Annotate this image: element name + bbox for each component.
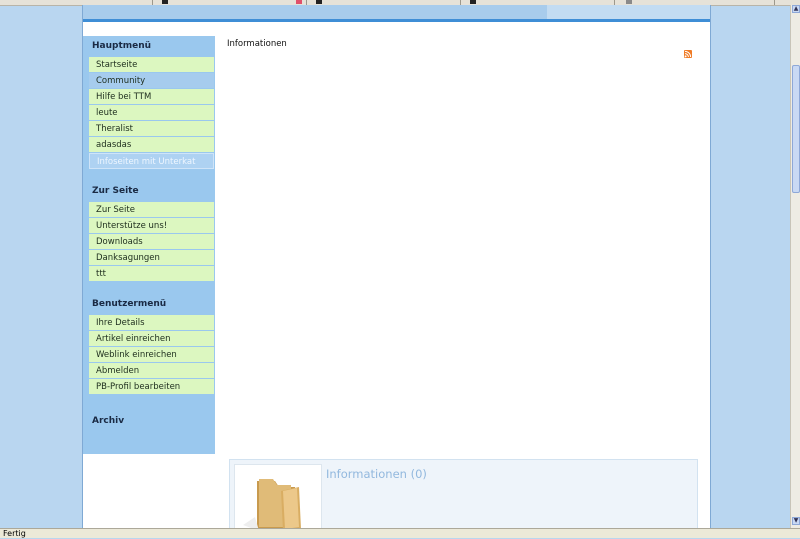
menu-item-ihre-details[interactable]: Ihre Details <box>89 315 214 331</box>
menu-item-zur-seite[interactable]: Zur Seite <box>89 202 214 218</box>
menu-item-startseite[interactable]: Startseite <box>89 57 214 73</box>
scrollbar-thumb[interactable] <box>792 65 800 193</box>
window-scrollbar[interactable]: ▲ ▼ <box>790 5 800 528</box>
menu-item-danksagungen[interactable]: Danksagungen <box>89 250 214 266</box>
browser-status-bar: Fertig <box>0 528 800 538</box>
tab-favicon-icon <box>296 0 302 4</box>
scroll-down-arrow-icon[interactable]: ▼ <box>792 517 800 525</box>
menu-spacer <box>83 169 215 181</box>
main-menu-list: Startseite Community Hilfe bei TTM leute… <box>83 57 215 169</box>
category-image <box>234 464 322 536</box>
page-header-band <box>83 5 710 19</box>
menu-item-leute[interactable]: leute <box>89 105 214 121</box>
menu-item-unterstuetze-uns[interactable]: Unterstütze uns! <box>89 218 214 234</box>
menu-item-hilfe-bei-ttm[interactable]: Hilfe bei TTM <box>89 89 214 105</box>
menu-item-infoseiten[interactable]: Infoseiten mit Unterkat <box>89 153 214 169</box>
category-title[interactable]: Informationen (0) <box>326 467 427 481</box>
menu-item-ttt[interactable]: ttt <box>89 266 214 282</box>
menu-item-community[interactable]: Community <box>89 73 214 89</box>
page-container: Hauptmenü Startseite Community Hilfe bei… <box>82 5 711 536</box>
scroll-up-arrow-icon[interactable]: ▲ <box>792 5 800 13</box>
menu-item-abmelden[interactable]: Abmelden <box>89 363 214 379</box>
menu-item-artikel-einreichen[interactable]: Artikel einreichen <box>89 331 214 347</box>
main-menu-title: Hauptmenü <box>92 41 152 51</box>
user-menu-title: Benutzermenü <box>92 299 167 309</box>
archive-title[interactable]: Archiv <box>83 411 215 432</box>
user-menu-list: Ihre Details Artikel einreichen Weblink … <box>83 315 215 395</box>
menu-item-weblink-einreichen[interactable]: Weblink einreichen <box>89 347 214 363</box>
menu-item-theralist[interactable]: Theralist <box>89 121 214 137</box>
header-accent-line <box>83 19 710 22</box>
page-title: Informationen <box>227 39 287 49</box>
sidebar: Hauptmenü Startseite Community Hilfe bei… <box>83 36 215 454</box>
folder-icon <box>243 479 301 531</box>
menu-spacer <box>83 395 215 411</box>
site-menu-list: Zur Seite Unterstütze uns! Downloads Dan… <box>83 202 215 282</box>
menu-item-downloads[interactable]: Downloads <box>89 234 214 250</box>
site-menu-title: Zur Seite <box>92 186 139 196</box>
rss-feed-icon[interactable] <box>684 50 692 58</box>
menu-item-pb-profil[interactable]: PB-Profil bearbeiten <box>89 379 214 395</box>
header-band-right <box>547 5 710 19</box>
menu-spacer <box>83 282 215 294</box>
menu-item-adasdas[interactable]: adasdas <box>89 137 214 153</box>
category-box: Informationen (0) <box>229 459 698 536</box>
status-text: Fertig <box>3 529 26 538</box>
